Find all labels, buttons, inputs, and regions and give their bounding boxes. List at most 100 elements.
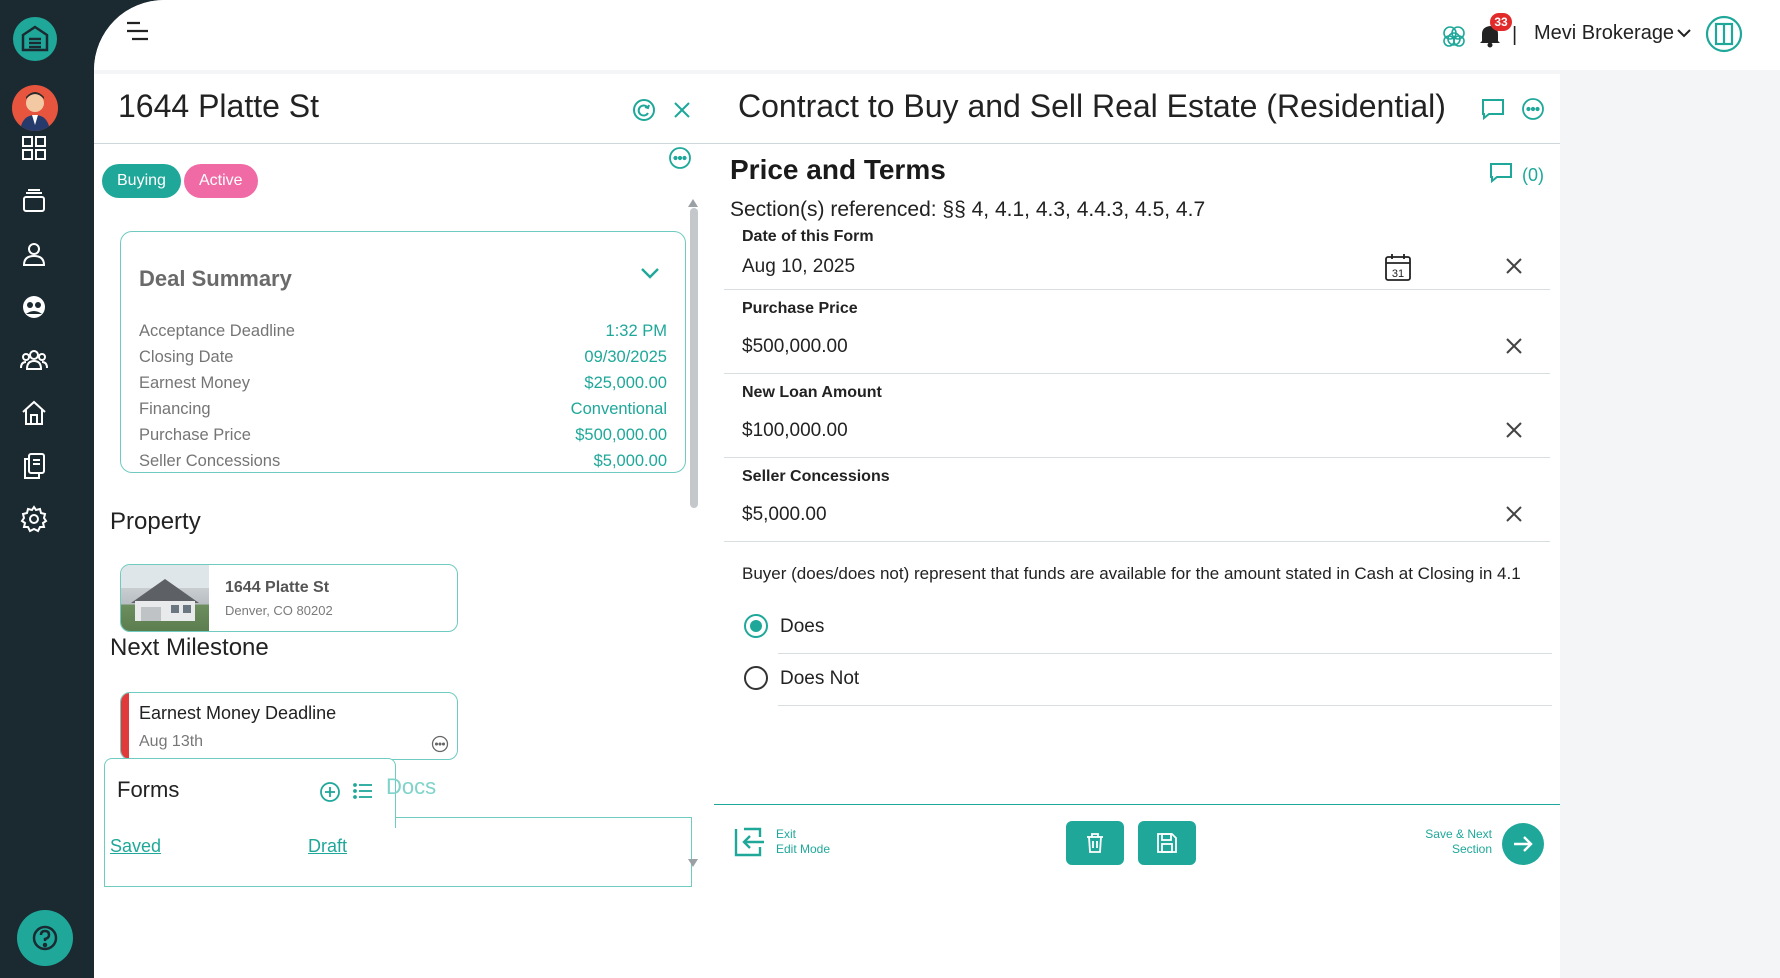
contact-icon[interactable] — [18, 238, 50, 270]
tab-forms[interactable]: Forms — [104, 758, 396, 828]
section-comments[interactable]: (0) — [1488, 162, 1544, 189]
deal-row: Acceptance Deadline 1:32 PM — [139, 322, 667, 348]
save-icon — [1157, 833, 1177, 853]
arrow-right-icon[interactable] — [1502, 823, 1544, 865]
clear-purchase-price-icon[interactable] — [1504, 336, 1526, 358]
form-editor-header: Contract to Buy and Sell Real Estate (Re… — [714, 74, 1560, 144]
chevron-down-icon[interactable] — [1676, 26, 1694, 42]
more-options-icon[interactable] — [1516, 92, 1550, 126]
subtab-saved[interactable]: Saved — [110, 836, 161, 857]
scrollbar-thumb[interactable] — [690, 208, 698, 508]
date-field-value[interactable]: Aug 10, 2025 — [742, 256, 855, 278]
purchase-price-label: Purchase Price — [742, 300, 858, 317]
documents-icon[interactable] — [18, 450, 50, 482]
property-city: Denver, CO 80202 — [225, 603, 333, 618]
topbar-right: 33 | Mevi Brokerage — [1440, 0, 1780, 74]
calendar-day: 31 — [1392, 268, 1404, 280]
radio-does[interactable] — [744, 614, 768, 638]
close-icon[interactable] — [668, 96, 696, 124]
deal-row-label: Closing Date — [139, 348, 234, 366]
save-button[interactable] — [1138, 821, 1196, 865]
exit-label-line2: Edit Mode — [776, 842, 831, 856]
deal-row-label: Acceptance Deadline — [139, 322, 295, 340]
trash-icon — [1087, 833, 1103, 853]
deal-row: Purchase Price $500,000.00 — [139, 426, 667, 452]
more-options-icon[interactable] — [668, 146, 692, 170]
seller-concessions-field: Seller Concessions $5,000.00 — [724, 458, 1550, 542]
brokerage-logo-icon[interactable] — [1704, 14, 1744, 54]
chevron-down-icon[interactable] — [639, 266, 663, 286]
option-does-not[interactable]: Does Not — [744, 654, 1552, 706]
deal-summary-title: Deal Summary — [139, 266, 292, 291]
deal-row-label: Earnest Money — [139, 374, 250, 392]
exit-edit-mode-icon[interactable] — [734, 827, 768, 859]
topbar-separator: | — [1512, 24, 1518, 46]
user-avatar[interactable] — [12, 85, 58, 131]
team-icon[interactable] — [18, 344, 50, 376]
purchase-price-value[interactable]: $500,000.00 — [742, 336, 848, 358]
deal-title: 1644 Platte St — [118, 88, 320, 124]
notifications-bell-icon[interactable]: 33 — [1478, 13, 1512, 48]
milestone-more-icon[interactable] — [431, 735, 449, 753]
option-does[interactable]: Does — [744, 602, 1552, 654]
property-card[interactable]: 1644 Platte St Denver, CO 80202 — [120, 564, 458, 632]
clear-date-icon[interactable] — [1504, 256, 1526, 278]
radio-does-not[interactable] — [744, 666, 768, 690]
deal-summary-rows: Acceptance Deadline 1:32 PM Closing Date 0… — [139, 322, 667, 478]
subtab-draft[interactable]: Draft — [308, 836, 347, 857]
deal-row: Financing Conventional — [139, 400, 667, 426]
exit-edit-mode-button[interactable]: Exit Edit Mode — [776, 827, 830, 857]
save-next-line1: Save & Next — [1425, 827, 1492, 841]
clear-loan-amount-icon[interactable] — [1504, 420, 1526, 442]
clients-icon[interactable] — [18, 291, 50, 323]
brokerage-name[interactable]: Mevi Brokerage — [1534, 22, 1674, 45]
delete-button[interactable] — [1066, 821, 1124, 865]
deal-row-value: $500,000.00 — [575, 426, 667, 444]
clear-seller-concessions-icon[interactable] — [1504, 504, 1526, 526]
save-next-button[interactable]: Save & Next Section — [1425, 827, 1492, 857]
comment-icon — [1488, 162, 1514, 189]
tab-docs[interactable]: Docs — [386, 774, 436, 800]
deal-row-value: 09/30/2025 — [584, 348, 667, 366]
divider — [778, 705, 1552, 706]
home-icon[interactable] — [18, 397, 50, 429]
deal-row-value: $25,000.00 — [584, 374, 667, 392]
comment-icon[interactable] — [1476, 92, 1510, 126]
new-loan-amount-value[interactable]: $100,000.00 — [742, 420, 848, 442]
topbar: 33 | Mevi Brokerage — [94, 0, 1780, 70]
property-heading: Property — [110, 508, 201, 535]
menu-toggle-icon[interactable] — [124, 20, 154, 44]
form-editor-panel: Contract to Buy and Sell Real Estate (Re… — [714, 74, 1560, 978]
form-footer: Exit Edit Mode Save & Next Section — [714, 804, 1560, 902]
app-logo-icon[interactable] — [13, 17, 57, 61]
funds-question: Buyer (does/does not) represent that fun… — [742, 564, 1521, 583]
form-title: Contract to Buy and Sell Real Estate (Re… — [738, 88, 1446, 124]
milestone-card[interactable]: Earnest Money Deadline Aug 13th — [120, 692, 458, 760]
seller-concessions-value[interactable]: $5,000.00 — [742, 504, 827, 526]
radio-does-not-label: Does Not — [780, 668, 860, 689]
scroll-down-arrow[interactable] — [688, 854, 698, 867]
scroll-up-arrow[interactable] — [688, 194, 698, 207]
tab-forms-label: Forms — [117, 777, 180, 802]
dashboard-icon[interactable] — [18, 132, 50, 164]
milestone-title: Earnest Money Deadline — [139, 703, 337, 723]
deal-panel: 1644 Platte St Buying Active Deal Summar… — [94, 74, 798, 978]
seller-concessions-label: Seller Concessions — [742, 468, 890, 485]
next-milestone-heading: Next Milestone — [110, 634, 269, 661]
exit-label-line1: Exit — [776, 827, 797, 841]
settings-gear-icon[interactable] — [18, 503, 50, 535]
deal-summary-card: Deal Summary Acceptance Deadline 1:32 PM … — [120, 231, 686, 473]
add-form-icon[interactable] — [319, 781, 341, 803]
deal-row-value: Conventional — [570, 400, 667, 418]
circles-icon[interactable] — [1440, 22, 1468, 50]
deal-row-value: 1:32 PM — [605, 322, 667, 340]
date-field-label: Date of this Form — [742, 228, 874, 245]
stack-icon[interactable] — [18, 185, 50, 217]
section-title: Price and Terms — [730, 154, 946, 185]
date-field: Date of this Form Aug 10, 2025 31 — [724, 218, 1550, 290]
calendar-icon[interactable]: 31 — [1384, 252, 1412, 282]
help-icon[interactable] — [17, 910, 73, 966]
list-view-icon[interactable] — [353, 783, 375, 801]
milestone-date: Aug 13th — [139, 733, 204, 750]
refresh-icon[interactable] — [630, 96, 658, 124]
